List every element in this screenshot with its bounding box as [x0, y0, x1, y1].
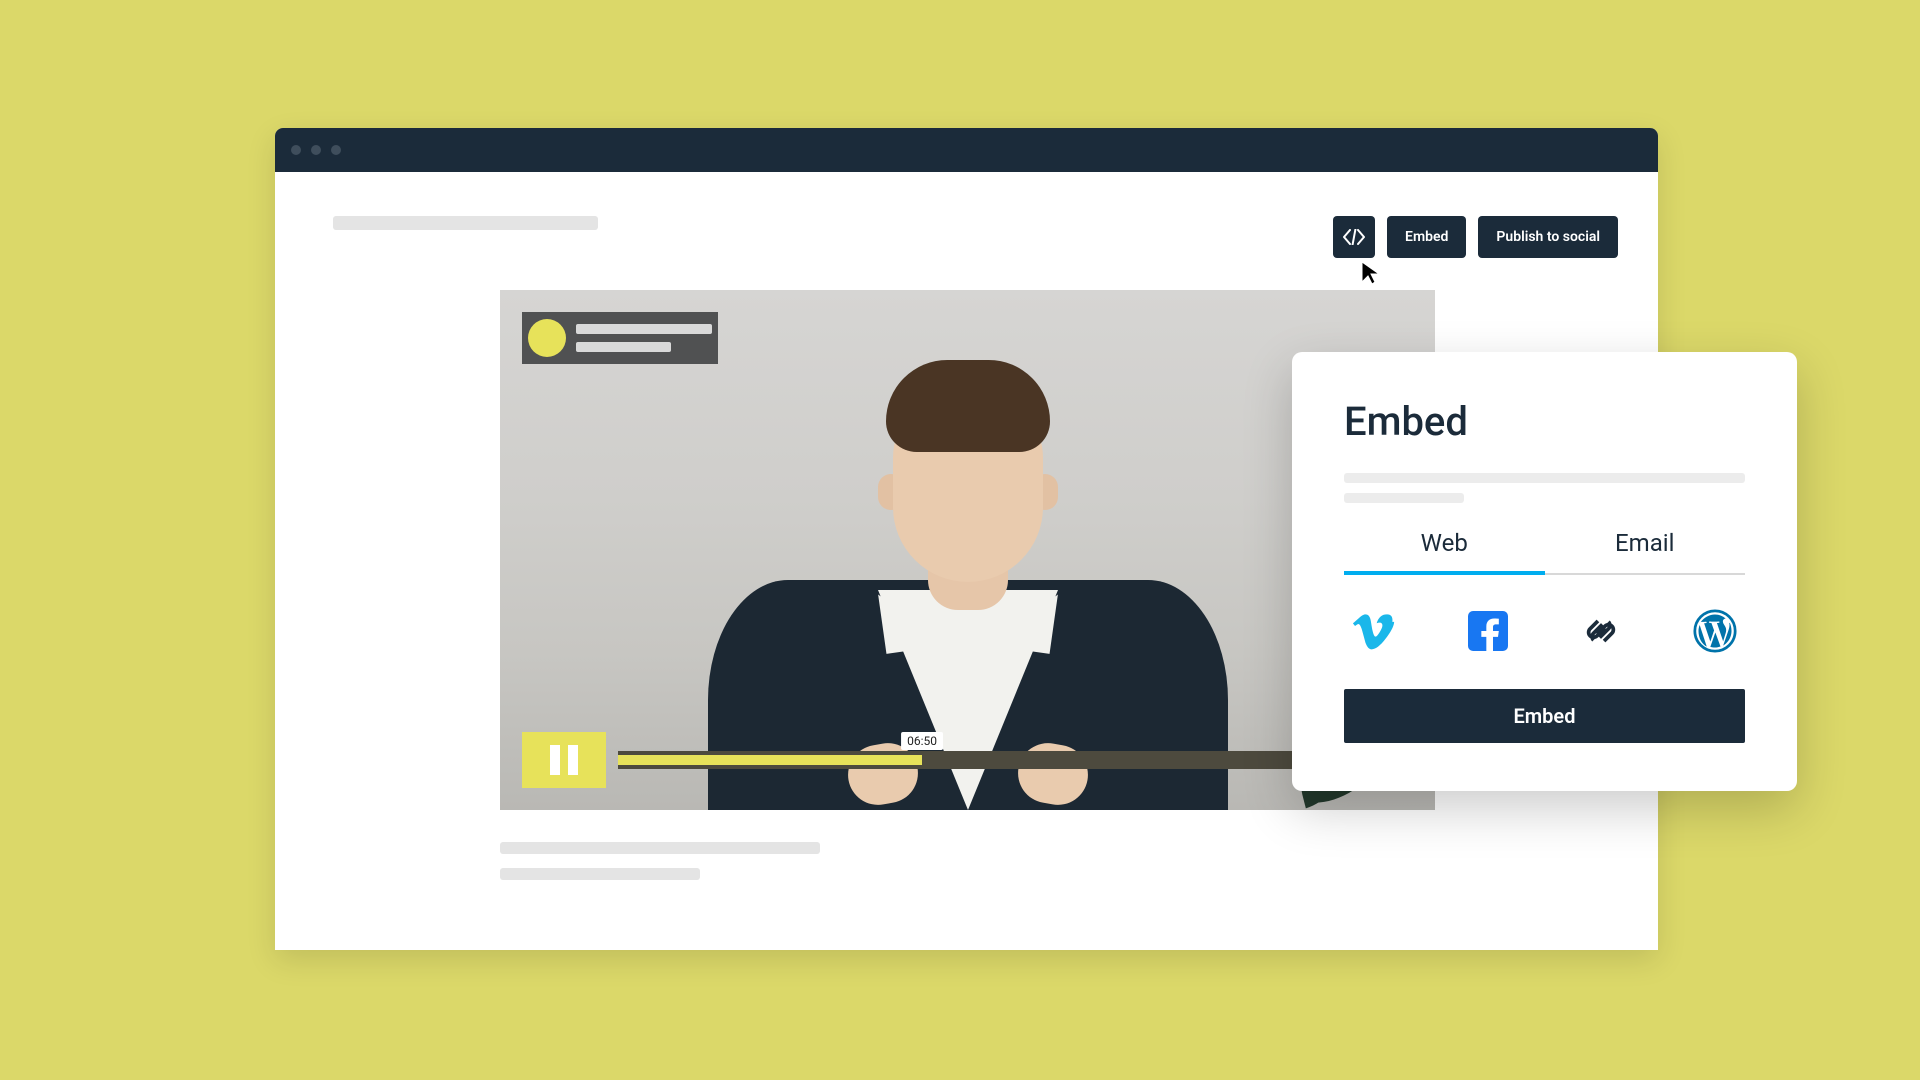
embed-confirm-button[interactable]: Embed: [1344, 689, 1745, 743]
window-titlebar: [275, 128, 1658, 172]
pause-button[interactable]: [522, 732, 606, 788]
traffic-light-dot: [311, 145, 321, 155]
timestamp-tooltip: 06:50: [901, 732, 943, 750]
embed-panel: Embed Web Email: [1292, 352, 1797, 791]
wordpress-icon: [1693, 609, 1737, 653]
publish-to-social-button[interactable]: Publish to social: [1478, 216, 1618, 258]
provider-wordpress[interactable]: [1693, 609, 1737, 653]
brand-text-placeholder: [576, 342, 671, 352]
vimeo-icon: [1352, 609, 1396, 653]
brand-logo-placeholder: [528, 319, 566, 357]
tab-web[interactable]: Web: [1344, 519, 1545, 575]
provider-vimeo[interactable]: [1352, 609, 1396, 653]
description-placeholder: [500, 842, 820, 894]
provider-squarespace[interactable]: [1579, 609, 1623, 653]
squarespace-icon: [1580, 610, 1622, 652]
tab-email[interactable]: Email: [1545, 519, 1746, 575]
embed-button[interactable]: Embed: [1387, 216, 1466, 258]
cursor-icon: [1360, 260, 1382, 286]
embed-panel-title: Embed: [1344, 398, 1745, 445]
panel-text-placeholder: [1344, 493, 1464, 503]
page-toolbar: Embed Publish to social: [1333, 216, 1618, 258]
provider-facebook[interactable]: [1466, 609, 1510, 653]
traffic-light-dot: [331, 145, 341, 155]
page-title-placeholder: [333, 216, 598, 230]
panel-text-placeholder: [1344, 473, 1745, 483]
embed-tabs: Web Email: [1344, 519, 1745, 575]
video-controls: 06:50: [522, 732, 1413, 788]
traffic-light-dot: [291, 145, 301, 155]
embed-code-button[interactable]: [1333, 216, 1375, 258]
embed-providers: [1344, 575, 1745, 689]
facebook-icon: [1468, 611, 1508, 651]
pause-icon: [550, 745, 578, 775]
brand-text-placeholder: [576, 324, 712, 334]
code-icon: [1343, 229, 1365, 245]
seek-bar[interactable]: 06:50: [618, 750, 1342, 770]
